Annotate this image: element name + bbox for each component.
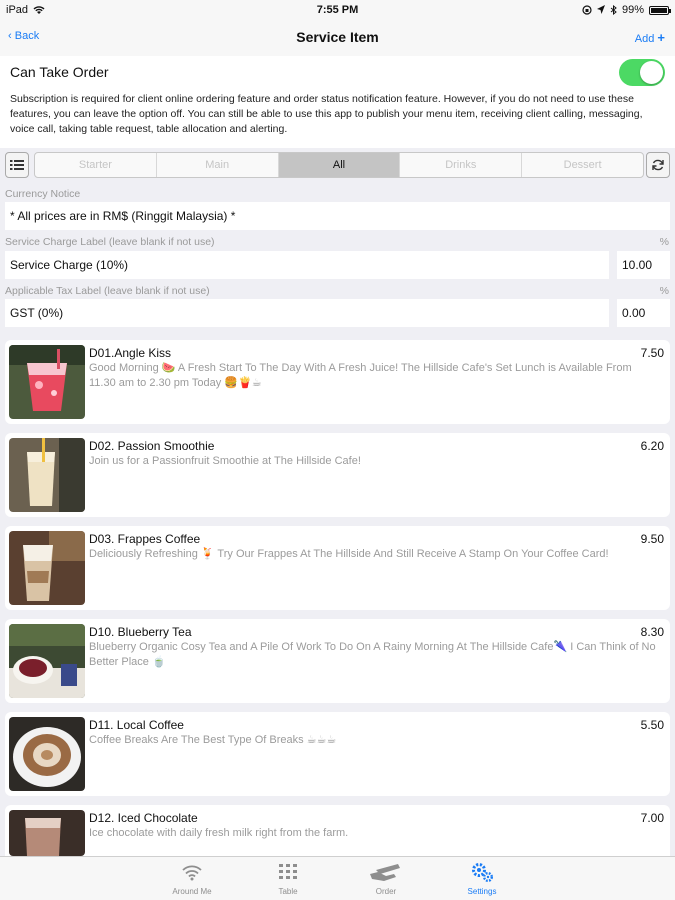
drink-photo-passion-smoothie (9, 438, 85, 512)
drink-photo-frappes-coffee (9, 531, 85, 605)
item-description: Coffee Breaks Are The Best Type Of Break… (89, 734, 337, 746)
drink-photo-iced-chocolate (9, 810, 85, 856)
status-right: 99% (582, 4, 671, 16)
subscription-note: Subscription is required for client onli… (0, 88, 675, 148)
item-name: D02. Passion Smoothie (89, 439, 215, 453)
wifi-icon (182, 865, 202, 881)
add-button[interactable]: Add + (635, 30, 665, 45)
tax-percent-symbol: % (659, 285, 669, 297)
toggle-knob (640, 61, 663, 84)
menu-item-card[interactable]: D03. Frappes Coffee 9.50 Deliciously Ref… (5, 526, 670, 610)
service-charge-percent-symbol: % (659, 236, 669, 248)
screen: iPad 7:55 PM 99% ‹ Back Service Item Add… (0, 0, 675, 900)
lock-rotation-icon (582, 5, 592, 15)
take-order-toggle[interactable] (619, 59, 665, 86)
menu-item-card[interactable]: D11. Local Coffee 5.50 Coffee Breaks Are… (5, 712, 670, 796)
service-charge-input[interactable]: Service Charge (10%) (5, 251, 609, 279)
category-filter-row: Starter Main All Drinks Dessert (0, 150, 675, 182)
location-icon (596, 5, 605, 14)
item-price: 9.50 (640, 532, 664, 546)
item-price: 7.00 (640, 811, 664, 825)
segment-drinks[interactable]: Drinks (400, 153, 523, 177)
menu-item-card[interactable]: D02. Passion Smoothie 6.20 Join us for a… (5, 433, 670, 517)
refresh-button[interactable] (646, 152, 670, 178)
tab-label: Table (278, 887, 298, 896)
plus-icon: + (657, 30, 665, 45)
item-name: D10. Blueberry Tea (89, 625, 192, 639)
tax-label: Applicable Tax Label (leave blank if not… (5, 285, 210, 297)
item-description: Good Morning 🍉 A Fresh Start To The Day … (89, 362, 632, 389)
drink-photo-local-coffee (9, 717, 85, 791)
add-label: Add (634, 33, 655, 45)
menu-item-card[interactable]: D12. Iced Chocolate 7.00 Ice chocolate w… (5, 805, 670, 856)
item-description: Blueberry Organic Cosy Tea and A Pile Of… (89, 641, 656, 668)
item-name: D01.Angle Kiss (89, 346, 172, 360)
item-description: Deliciously Refreshing 🍹 Try Our Frappes… (89, 548, 609, 560)
currency-notice-label: Currency Notice (5, 188, 81, 200)
tab-bar: Around Me Table Order Settings (0, 856, 675, 900)
item-name: D11. Local Coffee (89, 718, 184, 732)
refresh-icon (652, 159, 664, 171)
currency-notice-field[interactable]: * All prices are in RM$ (Ringgit Malaysi… (5, 202, 670, 230)
take-order-row: Can Take Order (0, 56, 675, 88)
service-charge-label: Service Charge Label (leave blank if not… (5, 236, 215, 248)
tab-around-me[interactable]: Around Me (152, 859, 232, 896)
service-charge-percent-input[interactable]: 10.00 (617, 251, 670, 279)
segment-main[interactable]: Main (157, 153, 279, 177)
page-title: Service Item (296, 29, 379, 45)
grid-icon (279, 864, 297, 879)
tab-order[interactable]: Order (346, 859, 426, 896)
item-description: Join us for a Passionfruit Smoothie at T… (89, 455, 361, 467)
battery-icon (649, 5, 671, 15)
battery-level (651, 7, 667, 13)
status-time: 7:55 PM (316, 4, 359, 16)
drink-photo-angle-kiss (9, 345, 85, 419)
tab-label: Settings (467, 887, 497, 896)
menu-item-card[interactable]: D10. Blueberry Tea 8.30 Blueberry Organi… (5, 619, 670, 703)
segment-dessert[interactable]: Dessert (522, 153, 643, 177)
item-price: 5.50 (640, 718, 664, 732)
item-name: D03. Frappes Coffee (89, 532, 201, 546)
tax-percent-input[interactable]: 0.00 (617, 299, 670, 327)
segment-starter[interactable]: Starter (35, 153, 157, 177)
list-icon (10, 160, 24, 170)
item-price: 8.30 (640, 625, 664, 639)
tax-input[interactable]: GST (0%) (5, 299, 609, 327)
battery-percent: 99% (621, 4, 644, 16)
menu-item-card[interactable]: D01.Angle Kiss 7.50 Good Morning 🍉 A Fre… (5, 340, 670, 424)
hand-tray-icon (370, 864, 400, 881)
bluetooth-icon (610, 5, 617, 15)
drink-photo-blueberry-tea (9, 624, 85, 698)
nav-bar: ‹ Back Service Item Add + (0, 20, 675, 56)
item-name: D12. Iced Chocolate (89, 811, 198, 825)
tab-label: Around Me (172, 887, 212, 896)
item-description: Ice chocolate with daily fresh milk righ… (89, 827, 349, 839)
segment-all[interactable]: All (278, 153, 401, 177)
category-segmented-control: Starter Main All Drinks Dessert (34, 152, 644, 178)
tab-table[interactable]: Table (248, 859, 328, 896)
list-view-button[interactable] (5, 152, 29, 178)
tab-settings[interactable]: Settings (442, 859, 522, 896)
tab-label: Order (375, 887, 397, 896)
status-bar: iPad 7:55 PM 99% (0, 0, 675, 20)
item-price: 6.20 (640, 439, 664, 453)
take-order-label: Can Take Order (10, 64, 109, 80)
item-price: 7.50 (640, 346, 664, 360)
gears-icon (472, 863, 493, 882)
